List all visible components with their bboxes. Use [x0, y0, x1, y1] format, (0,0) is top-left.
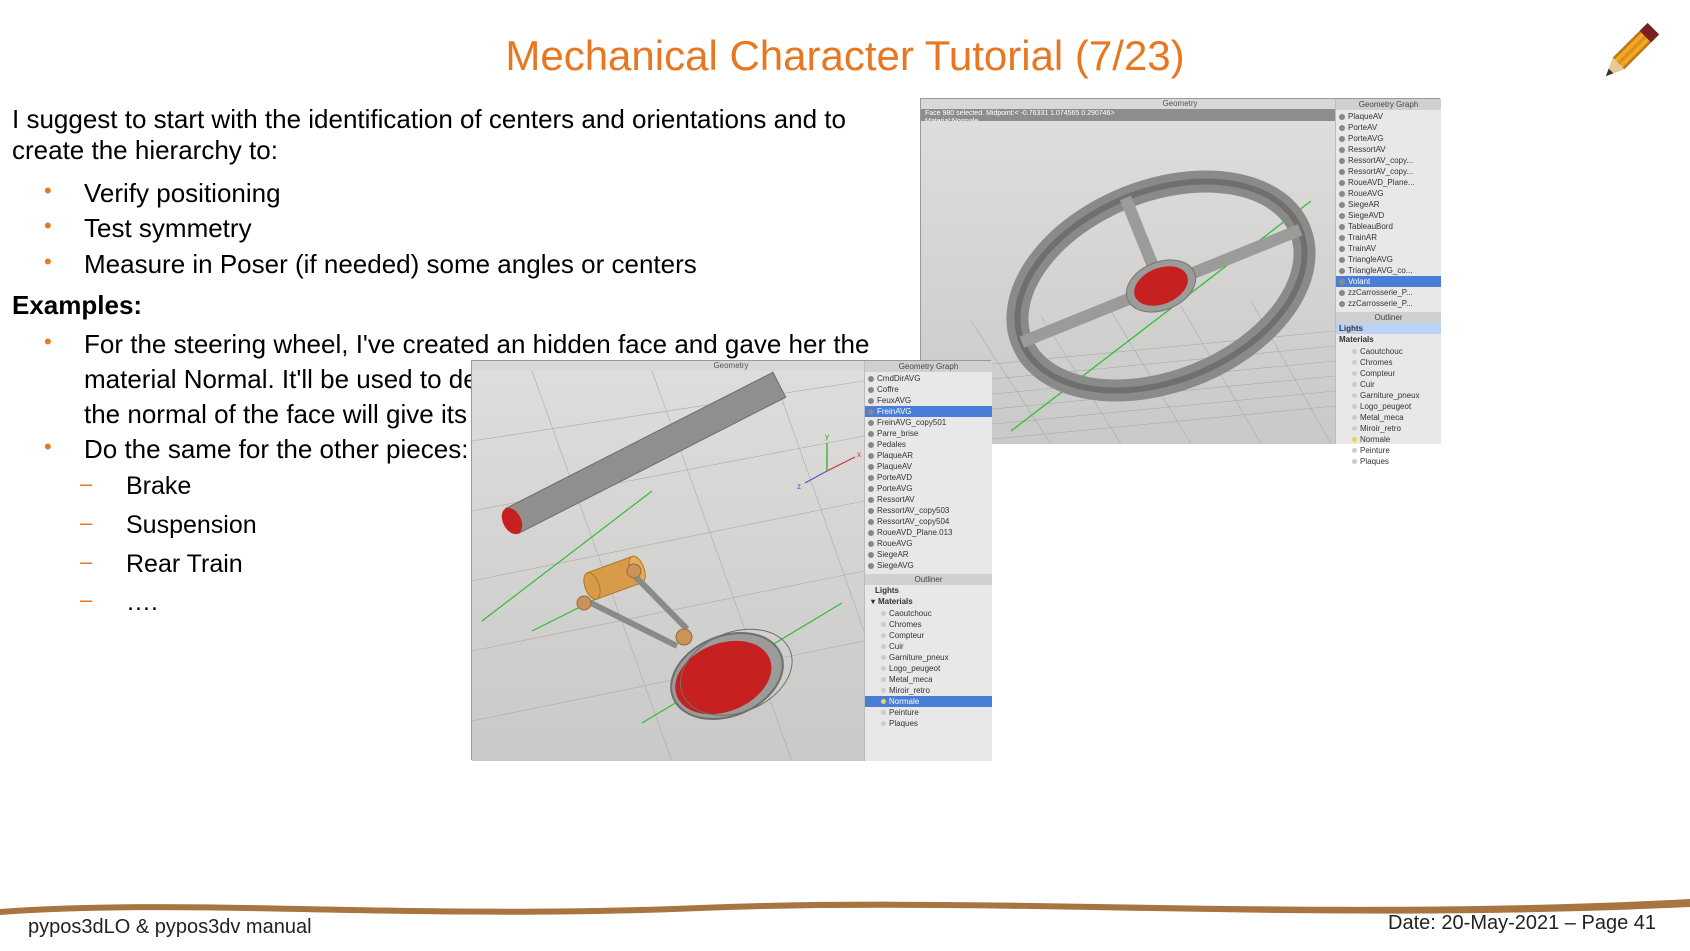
geometry-item: PorteAVG	[865, 483, 992, 494]
material-item: Plaques	[865, 718, 992, 729]
geometry-item: RessortAV	[1336, 144, 1441, 155]
lights-row: Lights	[1336, 323, 1441, 334]
material-item: Miroir_retro	[1336, 423, 1441, 434]
viewport-3d: x y z	[472, 371, 864, 761]
geometry-item: Volant	[1336, 276, 1441, 287]
page-title: Mechanical Character Tutorial (7/23)	[0, 0, 1690, 104]
material-item: Normale	[1336, 434, 1441, 445]
geometry-item: PlaqueAR	[865, 450, 992, 461]
geometry-item: FeuxAVG	[865, 395, 992, 406]
geometry-item: Parre_brise	[865, 428, 992, 439]
geometry-item: RoueAVG	[865, 538, 992, 549]
footer: pypos3dLO & pypos3dv manual Date: 20-May…	[0, 891, 1690, 951]
svg-text:x: x	[857, 450, 861, 459]
material-item: Garniture_pneux	[865, 652, 992, 663]
geometry-item: RessortAV	[865, 494, 992, 505]
material-item: Compteur	[1336, 368, 1441, 379]
material-item: Peinture	[865, 707, 992, 718]
material-item: Normale	[865, 696, 992, 707]
material-item: Chromes	[865, 619, 992, 630]
materials-row: Materials	[1336, 334, 1441, 345]
svg-text:z: z	[797, 482, 801, 491]
material-item: Metal_meca	[1336, 412, 1441, 423]
geometry-item: Coffre	[865, 384, 992, 395]
geometry-item: PorteAVD	[865, 472, 992, 483]
geometry-item: SiegeAVG	[865, 560, 992, 571]
geometry-item: TriangleAVG_co...	[1336, 265, 1441, 276]
geometry-item: RessortAV_copy503	[865, 505, 992, 516]
geometry-graph-panel: Geometry Graph PlaqueAVPorteAVPorteAVGRe…	[1335, 99, 1441, 444]
geometry-item: RoueAVD_Plane...	[1336, 177, 1441, 188]
bullet-item: Test symmetry	[36, 211, 912, 246]
pencil-icon	[1588, 12, 1670, 94]
examples-heading: Examples:	[12, 290, 912, 321]
geometry-item: FreinAVG	[865, 406, 992, 417]
material-item: Compteur	[865, 630, 992, 641]
screenshot-steering-wheel: Geometry Face 980 selected. Midpoint:< -…	[920, 98, 1440, 443]
material-item: Chromes	[1336, 357, 1441, 368]
material-item: Plaques	[1336, 456, 1441, 467]
outliner-title: Outliner	[1336, 312, 1441, 323]
bullet-item: Measure in Poser (if needed) some angles…	[36, 247, 912, 282]
material-item: Caoutchouc	[865, 608, 992, 619]
geometry-item: TableauBord	[1336, 221, 1441, 232]
screenshot-brake: Geometry x y z	[471, 360, 991, 760]
material-item: Logo_peugeot	[865, 663, 992, 674]
geometry-item: RessortAV_copy...	[1336, 155, 1441, 166]
intro-text: I suggest to start with the identificati…	[12, 104, 912, 166]
geometry-graph-panel: Geometry Graph CmdDirAVGCoffreFeuxAVGFre…	[864, 361, 992, 761]
geometry-item: PlaqueAV	[1336, 111, 1441, 122]
geometry-item: TrainAR	[1336, 232, 1441, 243]
bullet-list: Verify positioning Test symmetry Measure…	[36, 176, 912, 281]
material-item: Cuir	[1336, 379, 1441, 390]
footer-right: Date: 20-May-2021 – Page 41	[1388, 912, 1656, 935]
geometry-item: PlaqueAV	[865, 461, 992, 472]
footer-left: pypos3dLO & pypos3dv manual	[28, 916, 312, 939]
geometry-item: SiegeAVD	[1336, 210, 1441, 221]
geometry-item: CmdDirAVG	[865, 373, 992, 384]
geometry-item: RoueAVD_Plane.013	[865, 527, 992, 538]
material-item: Garniture_pneux	[1336, 390, 1441, 401]
material-item: Logo_peugeot	[1336, 401, 1441, 412]
geometry-item: zzCarrosserie_P...	[1336, 298, 1441, 309]
geometry-item: PorteAV	[1336, 122, 1441, 133]
geometry-item: SiegeAR	[1336, 199, 1441, 210]
outliner-title: Outliner	[865, 574, 992, 585]
geometry-item: zzCarrosserie_P...	[1336, 287, 1441, 298]
geometry-item: FreinAVG_copy501	[865, 417, 992, 428]
materials-row: ▾ Materials	[865, 596, 992, 607]
geometry-item: PorteAVG	[1336, 133, 1441, 144]
geometry-item: RessortAV_copy...	[1336, 166, 1441, 177]
bullet-item: Verify positioning	[36, 176, 912, 211]
geometry-item: RoueAVG	[1336, 188, 1441, 199]
material-item: Caoutchouc	[1336, 346, 1441, 357]
material-item: Peinture	[1336, 445, 1441, 456]
geometry-item: TrainAV	[1336, 243, 1441, 254]
material-item: Cuir	[865, 641, 992, 652]
svg-text:y: y	[825, 432, 829, 441]
lights-row: Lights	[865, 585, 992, 596]
geometry-item: TriangleAVG	[1336, 254, 1441, 265]
graph-title: Geometry Graph	[865, 361, 992, 372]
material-item: Metal_meca	[865, 674, 992, 685]
geometry-item: RessortAV_copy504	[865, 516, 992, 527]
geometry-item: SiegeAR	[865, 549, 992, 560]
material-item: Miroir_retro	[865, 685, 992, 696]
graph-title: Geometry Graph	[1336, 99, 1441, 110]
geometry-item: Pedales	[865, 439, 992, 450]
